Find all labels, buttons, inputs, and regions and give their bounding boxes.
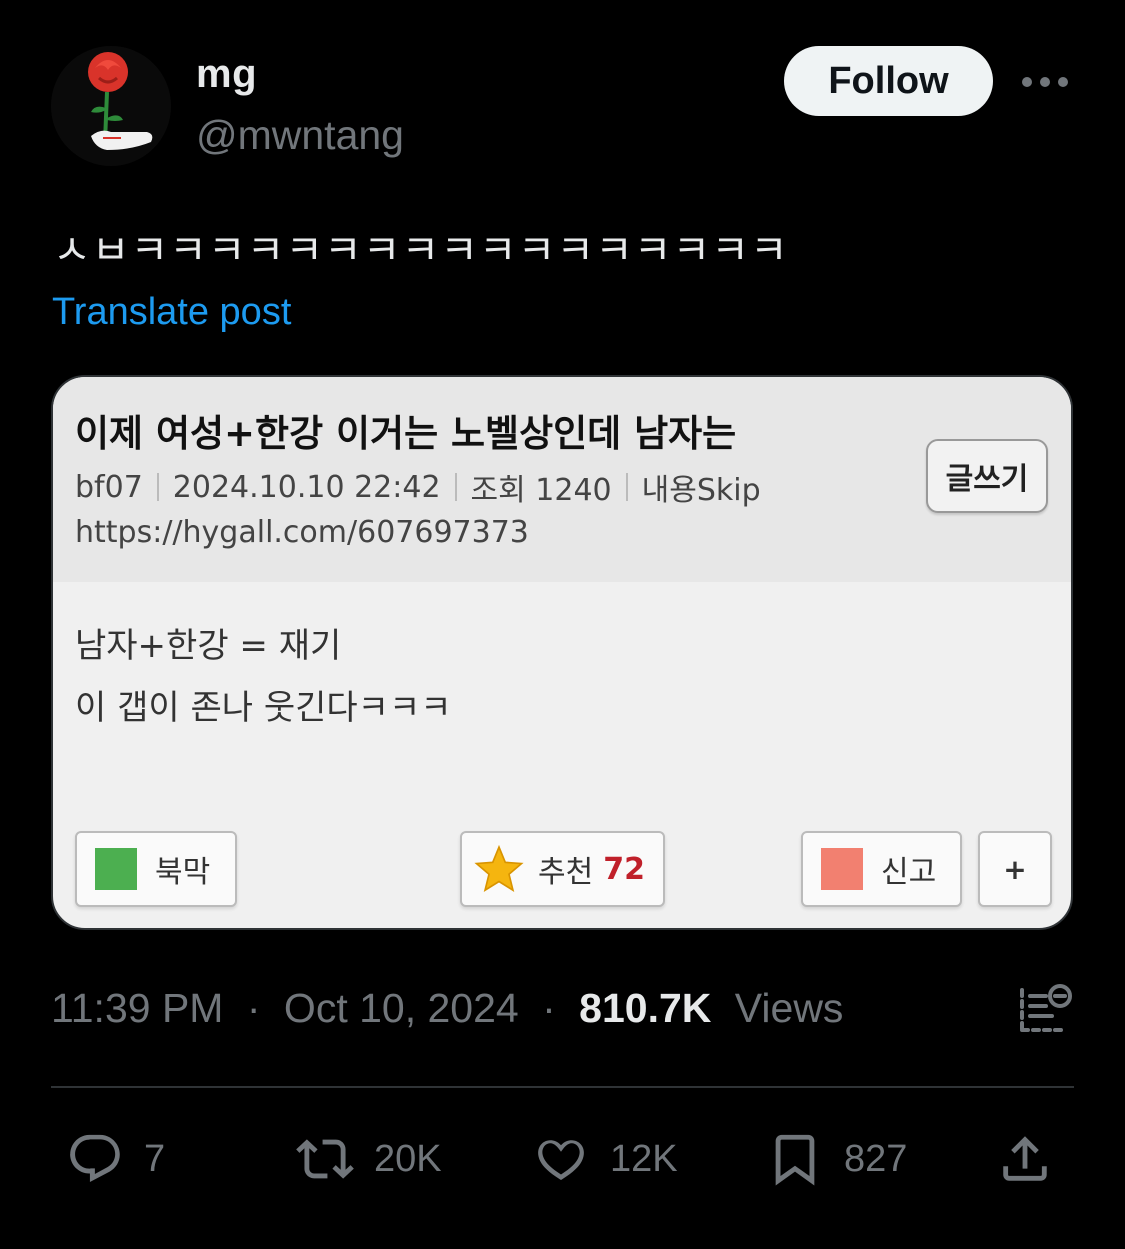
post-image[interactable]: 이제 여성+한강 이거는 노벨상인데 남자는 bf07 2024.10.10 2… — [51, 375, 1073, 930]
bookmark-action[interactable]: 827 — [766, 1130, 907, 1188]
image-post-title: 이제 여성+한강 이거는 노벨상인데 남자는 — [75, 412, 737, 455]
like-action[interactable]: 12K — [532, 1130, 678, 1188]
image-post-datetime: 2024.10.10 22:42 — [172, 469, 441, 505]
avatar[interactable] — [51, 46, 171, 166]
reply-action[interactable]: 7 — [66, 1130, 165, 1188]
image-post-views: 조회 1240 — [470, 473, 612, 508]
author-handle[interactable]: @mwntang — [196, 112, 404, 159]
image-bookmark-label: 북막 — [155, 855, 211, 890]
rose-avatar-icon — [51, 46, 171, 166]
follow-button[interactable]: Follow — [784, 46, 993, 116]
image-recommend-label: 추천 — [538, 855, 594, 890]
post-time[interactable]: 11:39 PM — [51, 985, 223, 1031]
post-text: ㅅㅂㅋㅋㅋㅋㅋㅋㅋㅋㅋㅋㅋㅋㅋㅋㅋㅋㅋ — [53, 226, 789, 274]
image-recommend-count: 72 — [603, 851, 645, 887]
reply-icon — [70, 1134, 120, 1182]
image-post-skip: 내용Skip — [641, 473, 761, 508]
meta-separator: · — [246, 985, 261, 1031]
image-body-line: 이 갭이 존나 웃긴다ㅋㅋㅋ — [75, 688, 452, 728]
star-icon — [474, 844, 524, 893]
image-post-meta: bf07 2024.10.10 22:42 조회 1240 내용Skip — [75, 465, 761, 509]
post-date[interactable]: Oct 10, 2024 — [284, 985, 519, 1031]
views-label: Views — [734, 985, 844, 1031]
red-square-icon — [821, 848, 863, 890]
translate-post-link[interactable]: Translate post — [52, 291, 291, 334]
image-write-button: 글쓰기 — [926, 439, 1048, 513]
divider — [51, 1086, 1074, 1088]
green-square-icon — [95, 848, 137, 890]
bookmark-count: 827 — [844, 1137, 908, 1180]
image-post-author: bf07 — [75, 469, 143, 505]
meta-divider — [156, 473, 159, 501]
image-post-body: 남자+한강 = 재기 이 갭이 존나 웃긴다ㅋㅋㅋ — [75, 615, 452, 739]
meta-divider — [454, 473, 457, 501]
post-meta-row: 11:39 PM · Oct 10, 2024 · 810.7K Views — [51, 985, 843, 1032]
image-header: 이제 여성+한강 이거는 노벨상인데 남자는 bf07 2024.10.10 2… — [53, 377, 1071, 582]
image-plus-button: + — [978, 831, 1052, 907]
image-recommend-button: 추천 72 — [460, 831, 665, 907]
image-bookmark-button: 북막 — [75, 831, 237, 907]
views-count: 810.7K — [579, 985, 712, 1031]
more-options-icon[interactable] — [1022, 72, 1068, 92]
meta-separator: · — [542, 985, 556, 1031]
reply-count: 7 — [144, 1137, 166, 1180]
repost-action[interactable]: 20K — [296, 1130, 442, 1188]
post-analytics-icon[interactable] — [1016, 980, 1076, 1040]
meta-divider — [625, 473, 628, 501]
heart-icon — [538, 1140, 584, 1181]
repost-icon — [296, 1139, 354, 1179]
share-icon — [1003, 1136, 1047, 1181]
image-post-url: https://hygall.com/607697373 — [75, 515, 529, 550]
repost-count: 20K — [374, 1137, 442, 1180]
image-body-line: 남자+한강 = 재기 — [75, 626, 342, 666]
image-report-button: 신고 — [801, 831, 962, 907]
image-report-label: 신고 — [881, 855, 937, 890]
share-action[interactable] — [996, 1130, 1074, 1188]
like-count: 12K — [610, 1137, 678, 1180]
bookmark-icon — [775, 1134, 815, 1186]
author-display-name[interactable]: mg — [196, 52, 257, 97]
